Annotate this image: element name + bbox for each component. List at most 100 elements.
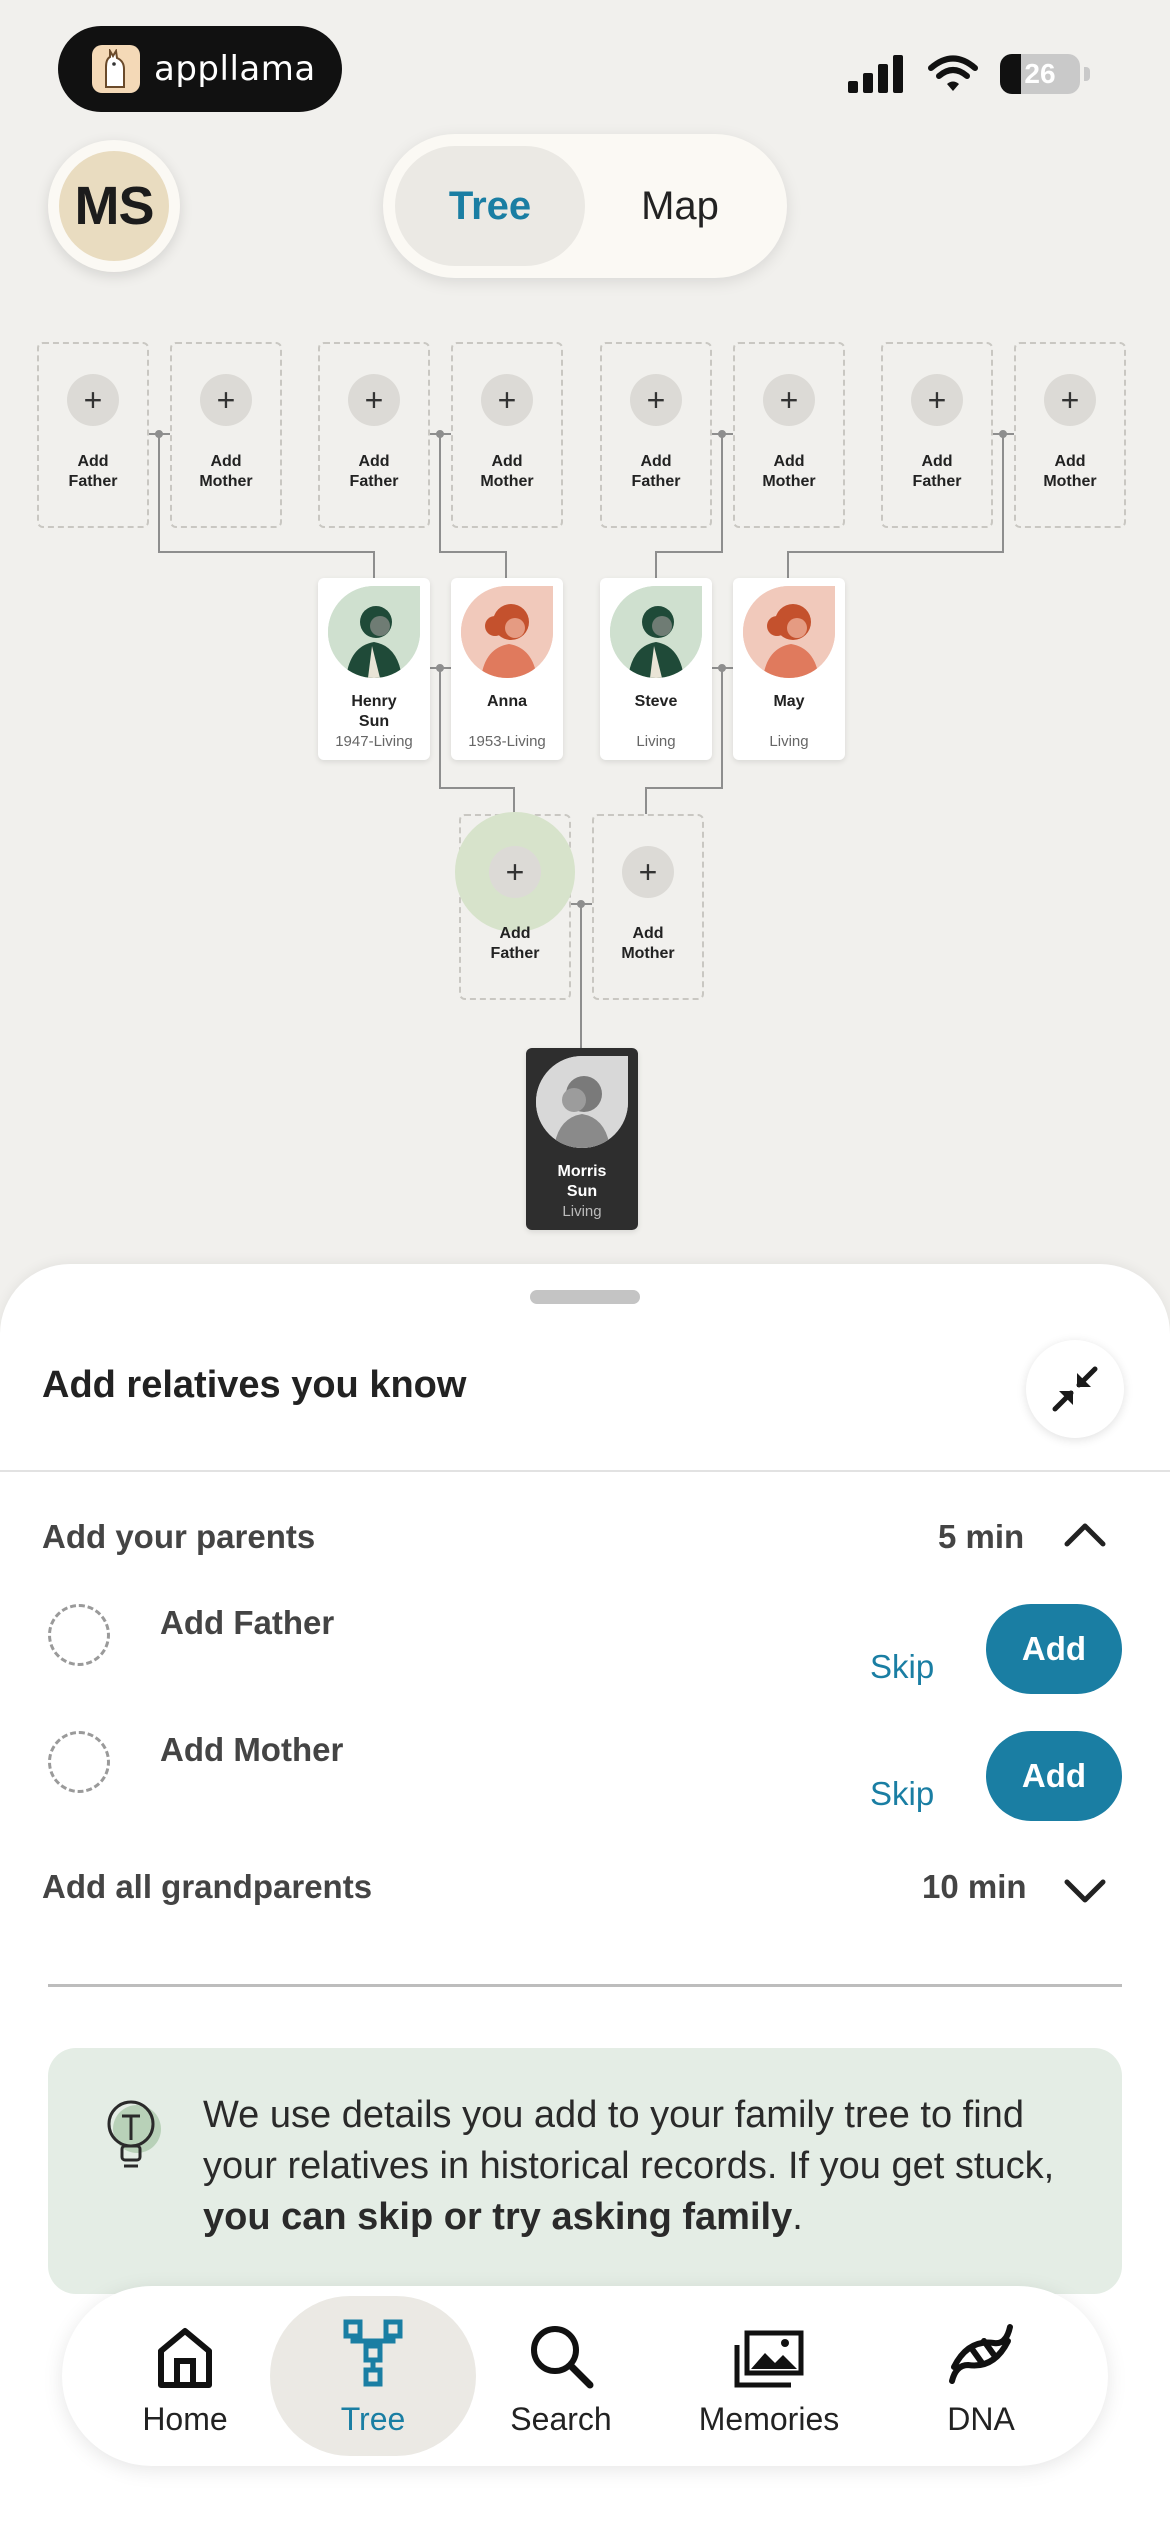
node-label: Add Father <box>349 453 399 490</box>
node-label: Add Mother <box>480 453 534 490</box>
grandparents-duration: 10 min <box>922 1868 1027 1905</box>
female-avatar-icon <box>743 586 835 678</box>
tab-tree[interactable]: Tree <box>395 146 585 266</box>
female-avatar-icon <box>461 586 553 678</box>
person-card-may[interactable]: May Living <box>733 578 845 760</box>
home-icon <box>158 2327 212 2388</box>
add-father-node-highlighted[interactable]: + Add Father <box>459 814 571 1000</box>
male-avatar-icon <box>610 586 702 678</box>
chevron-up-icon[interactable] <box>1062 1514 1108 1554</box>
family-tree-canvas[interactable]: + Add Father + Add Mother + Add Father + Add Mot… <box>0 320 1170 1250</box>
app-switcher-pill[interactable]: appllama <box>58 26 342 112</box>
nav-memories[interactable]: Memories <box>666 2296 872 2456</box>
person-dates: Living <box>769 733 809 750</box>
nav-search[interactable]: Search <box>458 2296 664 2456</box>
avatar-initials: MS <box>59 151 169 261</box>
parents-duration: 5 min <box>938 1518 1025 1555</box>
person-dates: Living <box>562 1203 602 1220</box>
add-father-node[interactable]: + Add Father <box>600 342 712 528</box>
tab-map[interactable]: Map <box>585 146 775 266</box>
node-label: Add Mother <box>199 453 253 490</box>
plus-icon: + <box>200 374 252 426</box>
add-mother-node[interactable]: + Add Mother <box>592 814 704 1000</box>
chevron-down-icon[interactable] <box>1062 1872 1108 1912</box>
node-label: Add Mother <box>762 453 816 490</box>
add-father-button[interactable]: Add <box>986 1604 1122 1694</box>
view-toggle: Tree Map <box>383 134 787 278</box>
plus-icon: + <box>763 374 815 426</box>
llama-logo-icon <box>92 45 140 93</box>
plus-icon: + <box>622 846 674 898</box>
plus-icon: + <box>348 374 400 426</box>
battery-tip <box>1084 67 1090 81</box>
tree-icon <box>343 2319 403 2386</box>
add-mother-button[interactable]: Add <box>986 1731 1122 1821</box>
app-name: appllama <box>154 49 316 89</box>
person-name: Anna <box>487 693 527 710</box>
plus-icon: + <box>489 846 541 898</box>
divider <box>48 1984 1122 1987</box>
empty-person-icon <box>48 1731 110 1793</box>
photos-icon <box>734 2330 804 2387</box>
plus-icon: + <box>911 374 963 426</box>
sheet-title: Add relatives you know <box>42 1364 467 1406</box>
battery-indicator: 26 <box>1000 54 1080 94</box>
status-icons: 26 <box>848 54 1090 94</box>
wifi-icon <box>928 55 978 91</box>
node-label: Add Father <box>631 453 681 490</box>
node-label: Add Father <box>490 925 540 962</box>
tip-text: We use details you add to your family tr… <box>203 2094 1055 2238</box>
plus-icon: + <box>630 374 682 426</box>
add-father-node[interactable]: + Add Father <box>37 342 149 528</box>
person-name: May <box>773 693 805 710</box>
node-label: Add Mother <box>1043 453 1097 490</box>
add-mother-node[interactable]: + Add Mother <box>170 342 282 528</box>
divider <box>0 1470 1170 1472</box>
bottom-tab-bar: Home Tree Search Memories DNA <box>62 2286 1108 2466</box>
grandparents-section-title[interactable]: Add all grandparents <box>42 1868 372 1906</box>
nav-label: Tree <box>340 2400 406 2437</box>
person-avatar-icon <box>536 1056 628 1148</box>
search-icon <box>531 2325 594 2388</box>
add-mother-node[interactable]: + Add Mother <box>733 342 845 528</box>
person-name: Henry Sun <box>351 693 397 730</box>
person-card-steve[interactable]: Steve Living <box>600 578 712 760</box>
nav-home[interactable]: Home <box>82 2296 288 2456</box>
plus-icon: + <box>1044 374 1096 426</box>
node-label: Add Mother <box>621 925 675 962</box>
add-mother-label: Add Mother <box>160 1731 344 1768</box>
person-card-self[interactable]: Morris Sun Living <box>526 1048 638 1230</box>
tip-card: We use details you add to your family tr… <box>48 2048 1122 2294</box>
sheet-grabber[interactable] <box>530 1290 640 1304</box>
node-label: Add Father <box>912 453 962 490</box>
skip-father-button[interactable]: Skip <box>870 1648 934 1686</box>
nav-tree[interactable]: Tree <box>270 2296 476 2456</box>
male-avatar-icon <box>328 586 420 678</box>
person-dates: 1953-Living <box>468 733 546 750</box>
add-father-node[interactable]: + Add Father <box>318 342 430 528</box>
add-mother-node[interactable]: + Add Mother <box>1014 342 1126 528</box>
battery-level: 26 <box>1024 58 1056 89</box>
person-name: Morris Sun <box>557 1163 607 1200</box>
cellular-signal-icon <box>848 55 903 93</box>
nav-label: Search <box>510 2400 612 2437</box>
profile-avatar-button[interactable]: MS <box>48 140 180 272</box>
add-mother-node[interactable]: + Add Mother <box>451 342 563 528</box>
dna-icon <box>949 2323 1013 2384</box>
empty-person-icon <box>48 1604 110 1666</box>
add-father-label: Add Father <box>160 1604 335 1641</box>
add-father-node[interactable]: + Add Father <box>881 342 993 528</box>
nav-label: DNA <box>947 2400 1015 2437</box>
skip-mother-button[interactable]: Skip <box>870 1775 934 1813</box>
person-card-anna[interactable]: Anna 1953-Living <box>451 578 563 760</box>
collapse-button[interactable] <box>1026 1340 1124 1438</box>
parents-section-title[interactable]: Add your parents <box>42 1518 315 1556</box>
person-card-henry[interactable]: Henry Sun 1947-Living <box>318 578 430 760</box>
person-dates: 1947-Living <box>335 733 413 750</box>
plus-icon: + <box>67 374 119 426</box>
plus-icon: + <box>481 374 533 426</box>
nav-dna[interactable]: DNA <box>878 2296 1084 2456</box>
person-dates: Living <box>636 733 676 750</box>
node-label: Add Father <box>68 453 118 490</box>
nav-label: Memories <box>698 2400 840 2437</box>
